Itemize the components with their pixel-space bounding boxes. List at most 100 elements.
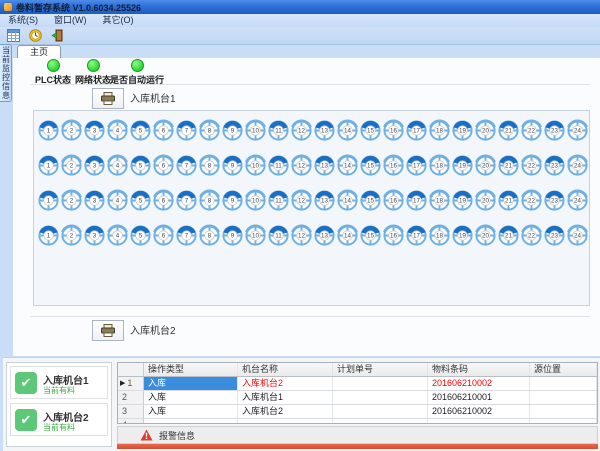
- slot-reel[interactable]: 23: [543, 154, 566, 177]
- cell-barcode[interactable]: [428, 419, 530, 424]
- slot-reel[interactable]: 14: [336, 224, 359, 247]
- slot-reel[interactable]: 1: [37, 154, 60, 177]
- cell-barcode[interactable]: 201606210002: [428, 405, 530, 418]
- slot-reel[interactable]: 22: [520, 119, 543, 142]
- slot-reel[interactable]: 3: [83, 154, 106, 177]
- slot-reel[interactable]: 12: [290, 154, 313, 177]
- grid-row-4[interactable]: 4: [118, 419, 597, 424]
- slot-reel[interactable]: 7: [175, 189, 198, 212]
- slot-reel[interactable]: 9: [221, 189, 244, 212]
- slot-reel[interactable]: 2: [60, 224, 83, 247]
- slot-reel[interactable]: 19: [451, 154, 474, 177]
- machine-card-2[interactable]: ✔入库机台2当前有料: [10, 403, 108, 436]
- cell-plan[interactable]: [333, 391, 428, 404]
- slot-reel[interactable]: 4: [106, 119, 129, 142]
- slot-reel[interactable]: 17: [405, 224, 428, 247]
- grid-row-2[interactable]: 2入库入库机台1201606210001: [118, 391, 597, 405]
- grid-col-header-1[interactable]: 操作类型: [144, 363, 238, 376]
- menu-item-1[interactable]: 窗口(W): [46, 14, 95, 27]
- slot-reel[interactable]: 1: [37, 189, 60, 212]
- cell-plan[interactable]: [333, 405, 428, 418]
- slot-reel[interactable]: 20: [474, 119, 497, 142]
- slot-reel[interactable]: 23: [543, 189, 566, 212]
- schedule-icon[interactable]: [4, 27, 22, 44]
- slot-reel[interactable]: 24: [566, 189, 589, 212]
- slot-reel[interactable]: 5: [129, 154, 152, 177]
- slot-reel[interactable]: 20: [474, 224, 497, 247]
- slot-reel[interactable]: 5: [129, 189, 152, 212]
- slot-reel[interactable]: 21: [497, 154, 520, 177]
- slot-reel[interactable]: 15: [359, 154, 382, 177]
- slot-reel[interactable]: 10: [244, 224, 267, 247]
- slot-reel[interactable]: 4: [106, 189, 129, 212]
- grid-col-header-3[interactable]: 计划单号: [333, 363, 428, 376]
- slot-reel[interactable]: 4: [106, 224, 129, 247]
- slot-reel[interactable]: 3: [83, 224, 106, 247]
- slot-reel[interactable]: 6: [152, 224, 175, 247]
- slot-reel[interactable]: 24: [566, 119, 589, 142]
- slot-reel[interactable]: 21: [497, 224, 520, 247]
- cell-barcode[interactable]: 201606210002: [428, 377, 530, 390]
- slot-reel[interactable]: 3: [83, 189, 106, 212]
- cell-machine[interactable]: 入库机台2: [238, 377, 333, 390]
- slot-reel[interactable]: 11: [267, 119, 290, 142]
- slot-reel[interactable]: 14: [336, 154, 359, 177]
- slot-reel[interactable]: 22: [520, 189, 543, 212]
- slot-reel[interactable]: 18: [428, 224, 451, 247]
- slot-reel[interactable]: 2: [60, 154, 83, 177]
- slot-reel[interactable]: 18: [428, 119, 451, 142]
- slot-reel[interactable]: 16: [382, 189, 405, 212]
- menu-item-2[interactable]: 其它(O): [95, 14, 142, 27]
- slot-reel[interactable]: 8: [198, 154, 221, 177]
- cell-operation[interactable]: [144, 419, 238, 424]
- slot-reel[interactable]: 2: [60, 119, 83, 142]
- slot-reel[interactable]: 6: [152, 189, 175, 212]
- slot-reel[interactable]: 9: [221, 119, 244, 142]
- slot-reel[interactable]: 17: [405, 119, 428, 142]
- cell-source[interactable]: [530, 419, 597, 424]
- slot-reel[interactable]: 16: [382, 224, 405, 247]
- slot-reel[interactable]: 8: [198, 189, 221, 212]
- slot-reel[interactable]: 17: [405, 154, 428, 177]
- slot-reel[interactable]: 13: [313, 154, 336, 177]
- slot-reel[interactable]: 12: [290, 189, 313, 212]
- grid-row-1[interactable]: ▶1入库入库机台2201606210002: [118, 377, 597, 391]
- cell-machine[interactable]: 入库机台2: [238, 405, 333, 418]
- cell-operation[interactable]: 入库: [144, 405, 238, 418]
- slot-reel[interactable]: 19: [451, 224, 474, 247]
- grid-col-header-4[interactable]: 物料条码: [428, 363, 530, 376]
- grid-row-3[interactable]: 3入库入库机台2201606210002: [118, 405, 597, 419]
- slot-reel[interactable]: 19: [451, 119, 474, 142]
- cell-plan[interactable]: [333, 377, 428, 390]
- slot-reel[interactable]: 8: [198, 224, 221, 247]
- slot-reel[interactable]: 13: [313, 189, 336, 212]
- slot-reel[interactable]: 6: [152, 154, 175, 177]
- slot-reel[interactable]: 7: [175, 154, 198, 177]
- print-station1-button[interactable]: [92, 88, 124, 109]
- print-station2-button[interactable]: [92, 320, 124, 341]
- exit-icon[interactable]: [48, 27, 66, 44]
- slot-reel[interactable]: 3: [83, 119, 106, 142]
- title-bar[interactable]: 卷料暂存系统 V1.0.6034.25526: [0, 0, 600, 15]
- slot-reel[interactable]: 11: [267, 189, 290, 212]
- slot-reel[interactable]: 11: [267, 224, 290, 247]
- slot-reel[interactable]: 11: [267, 154, 290, 177]
- cell-operation[interactable]: 入库: [144, 391, 238, 404]
- slot-reel[interactable]: 21: [497, 189, 520, 212]
- tab-home[interactable]: 主页: [17, 45, 61, 59]
- slot-reel[interactable]: 20: [474, 154, 497, 177]
- slot-reel[interactable]: 24: [566, 154, 589, 177]
- slot-reel[interactable]: 16: [382, 154, 405, 177]
- slot-reel[interactable]: 19: [451, 189, 474, 212]
- slot-reel[interactable]: 20: [474, 189, 497, 212]
- slot-reel[interactable]: 4: [106, 154, 129, 177]
- grid-col-header-5[interactable]: 源位置: [530, 363, 597, 376]
- slot-reel[interactable]: 10: [244, 189, 267, 212]
- cell-machine[interactable]: [238, 419, 333, 424]
- slot-reel[interactable]: 2: [60, 189, 83, 212]
- slot-reel[interactable]: 23: [543, 224, 566, 247]
- slot-reel[interactable]: 17: [405, 189, 428, 212]
- slot-reel[interactable]: 7: [175, 119, 198, 142]
- slot-reel[interactable]: 13: [313, 224, 336, 247]
- slot-reel[interactable]: 5: [129, 224, 152, 247]
